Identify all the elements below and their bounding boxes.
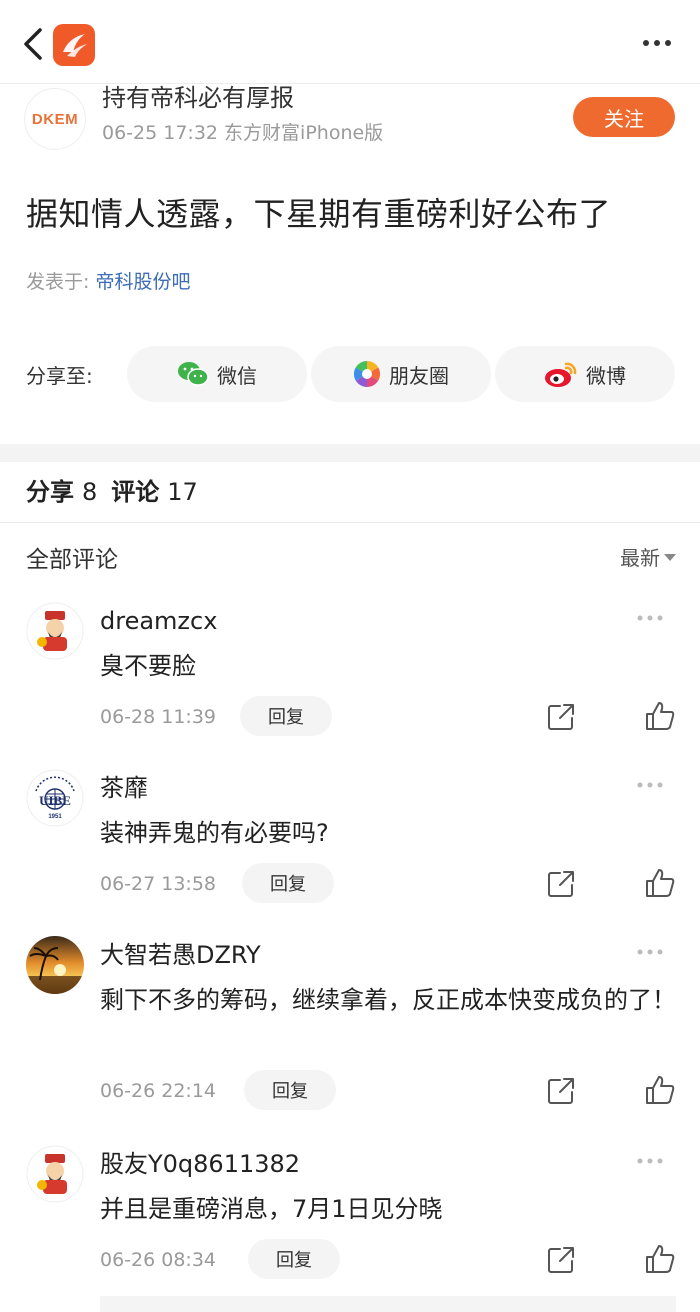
reply-button[interactable]: 回复 xyxy=(240,696,332,736)
uibe-logo-avatar[interactable]: UIBE 1951 xyxy=(26,769,84,827)
all-comments-title: 全部评论 xyxy=(26,547,118,573)
author-header: DKEM 持有帝科必有厚报 06-25 17:32 东方财富iPhone版 关注 xyxy=(0,84,700,170)
thumbs-up-icon[interactable] xyxy=(644,867,676,899)
comment-more-icon[interactable] xyxy=(636,1157,664,1165)
comment-text: 臭不要脸 xyxy=(100,652,196,680)
post-title: 据知情人透露，下星期有重磅利好公布了 xyxy=(26,195,612,233)
avatar-logo-text: UIBE xyxy=(39,793,71,808)
sort-label: 最新 xyxy=(620,546,660,570)
posted-in-label: 发表于: xyxy=(26,271,90,293)
share-comment-counts: 分享 8 评论 17 xyxy=(26,476,206,508)
share-moments-button[interactable]: 朋友圈 xyxy=(311,346,491,402)
comment-item: UIBE 1951 茶靡 装神弄鬼的有必要吗? 06-27 13:58 回复 xyxy=(0,769,700,919)
comment-item: 股友Y0q8611382 并且是重磅消息，7月1日见分晓 06-26 08:34… xyxy=(0,1145,700,1295)
comment-time: 06-28 11:39 xyxy=(100,706,217,728)
counts-divider xyxy=(0,522,700,523)
comment-count: 17 xyxy=(167,478,198,506)
comment-count-label[interactable]: 评论 xyxy=(111,478,159,506)
fortune-god-avatar[interactable] xyxy=(26,602,84,660)
comment-time: 06-27 13:58 xyxy=(100,873,217,895)
share-moments-label: 朋友圈 xyxy=(389,363,449,388)
thumbs-up-icon[interactable] xyxy=(644,700,676,732)
commenter-name[interactable]: 茶靡 xyxy=(100,773,148,803)
sort-dropdown[interactable]: 最新 xyxy=(620,542,676,571)
comments-header: 全部评论 最新 xyxy=(0,536,700,576)
comment-text: 并且是重磅消息，7月1日见分晓 xyxy=(100,1195,443,1223)
avatar-logo-year: 1951 xyxy=(48,814,62,820)
sub-reply-preview xyxy=(100,1296,676,1312)
commenter-name[interactable]: 股友Y0q8611382 xyxy=(100,1149,300,1179)
more-options-icon[interactable] xyxy=(642,38,672,48)
weibo-icon xyxy=(545,362,577,387)
share-wechat-label: 微信 xyxy=(217,363,257,388)
posted-in: 发表于: 帝科股份吧 xyxy=(26,268,190,296)
moments-icon xyxy=(353,360,381,388)
thumbs-up-icon[interactable] xyxy=(644,1074,676,1106)
sunset-palm-avatar[interactable] xyxy=(26,936,84,994)
post-meta: 06-25 17:32 东方财富iPhone版 xyxy=(102,122,384,144)
share-icon[interactable] xyxy=(546,869,576,899)
commenter-name[interactable]: dreamzcx xyxy=(100,606,217,636)
comment-item: dreamzcx 臭不要脸 06-28 11:39 回复 xyxy=(0,602,700,752)
app-logo-icon xyxy=(53,24,95,66)
share-count: 8 xyxy=(82,478,98,506)
comment-text: 装神弄鬼的有必要吗? xyxy=(100,819,329,847)
share-weibo-label: 微博 xyxy=(586,363,626,388)
comment-more-icon[interactable] xyxy=(636,948,664,956)
section-divider xyxy=(0,444,700,462)
author-avatar[interactable]: DKEM xyxy=(24,88,86,150)
wechat-icon xyxy=(178,362,209,386)
follow-button[interactable]: 关注 xyxy=(573,97,675,137)
back-chevron-icon[interactable] xyxy=(18,26,48,62)
comment-more-icon[interactable] xyxy=(636,614,664,622)
share-wechat-button[interactable]: 微信 xyxy=(127,346,307,402)
author-name[interactable]: 持有帝科必有厚报 xyxy=(102,84,294,112)
thumbs-up-icon[interactable] xyxy=(644,1243,676,1275)
fortune-god-avatar[interactable] xyxy=(26,1145,84,1203)
caret-down-icon xyxy=(664,554,676,561)
share-icon[interactable] xyxy=(546,1076,576,1106)
reply-button[interactable]: 回复 xyxy=(244,1070,336,1110)
top-navbar xyxy=(0,0,700,84)
share-weibo-button[interactable]: 微博 xyxy=(495,346,675,402)
comment-item: 大智若愚DZRY 剩下不多的筹码，继续拿着，反正成本快变成负的了！ 06-26 … xyxy=(0,936,700,1136)
comment-time: 06-26 22:14 xyxy=(100,1080,217,1102)
commenter-name[interactable]: 大智若愚DZRY xyxy=(100,940,261,970)
share-icon[interactable] xyxy=(546,1245,576,1275)
comment-text: 剩下不多的筹码，继续拿着，反正成本快变成负的了！ xyxy=(100,986,676,1014)
forum-link[interactable]: 帝科股份吧 xyxy=(95,271,190,293)
reply-button[interactable]: 回复 xyxy=(248,1239,340,1279)
author-avatar-logo-text: DKEM xyxy=(31,110,79,128)
share-row: 分享至: 微信 朋友圈 微博 xyxy=(0,346,700,402)
share-icon[interactable] xyxy=(546,702,576,732)
reply-button[interactable]: 回复 xyxy=(242,863,334,903)
comment-more-icon[interactable] xyxy=(636,781,664,789)
share-label: 分享至: xyxy=(26,364,93,388)
comment-time: 06-26 08:34 xyxy=(100,1249,217,1271)
share-count-label[interactable]: 分享 xyxy=(26,478,74,506)
